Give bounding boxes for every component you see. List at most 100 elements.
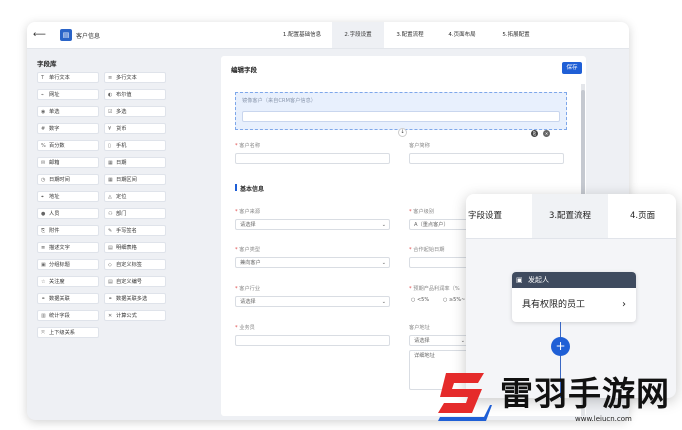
field-type-label: 单选: [49, 109, 60, 115]
watermark-url: www.leiucn.com: [575, 415, 632, 423]
field-type-button[interactable]: ≣ 描述文字: [37, 242, 99, 253]
field-type-button[interactable]: ▤ 自定义编号: [104, 276, 166, 287]
chevron-down-icon: ⌄: [460, 338, 465, 344]
field-type-button[interactable]: ▤ 明细表格: [104, 242, 166, 253]
field-type-icon: ☆: [41, 279, 46, 285]
field-type-button[interactable]: ▦ 日期: [104, 157, 166, 168]
field-type-label: 多行文本: [116, 75, 137, 81]
field-type-button[interactable]: T 单行文本: [37, 72, 99, 83]
section-basic-info: 基本信息: [240, 186, 265, 193]
radio-option-2[interactable]: ○ ≥5%~: [443, 297, 465, 303]
field-type-label: 分组标题: [49, 262, 70, 268]
field-type-button[interactable]: ✉ 邮箱: [37, 157, 99, 168]
customer-short-input[interactable]: [409, 153, 564, 164]
customer-source-select[interactable]: 请选择 ⌄: [235, 219, 390, 230]
step-basic-info[interactable]: 1.配置基础信息: [272, 22, 332, 48]
field-type-button[interactable]: # 数字: [37, 123, 99, 134]
salesman-label: * 业务员: [235, 325, 255, 331]
industry-select[interactable]: 请选择 ⌄: [235, 296, 390, 307]
field-type-button[interactable]: ● 人员: [37, 208, 99, 219]
field-type-button[interactable]: ▯ 手机: [104, 140, 166, 151]
customer-name-input[interactable]: [235, 153, 390, 164]
move-down-icon[interactable]: ↓: [398, 128, 407, 137]
copy-icon[interactable]: ⎘: [531, 130, 538, 137]
overlay-tab-process[interactable]: 3.配置流程: [532, 194, 608, 238]
field-type-button[interactable]: ☆ 关注度: [37, 276, 99, 287]
address-select[interactable]: 请选择 ⌄: [409, 335, 469, 346]
field-type-button[interactable]: ◇ 自定义标签: [104, 259, 166, 270]
field-type-icon: ☑: [108, 109, 113, 115]
field-type-button[interactable]: ⚭ 数据关联多选: [104, 293, 166, 304]
overlay-tab-field-settings[interactable]: 字段设置: [466, 194, 524, 238]
field-type-icon: ✎: [108, 228, 113, 234]
step-page-layout[interactable]: 4.页面布局: [436, 22, 488, 48]
initiator-card-header: ▣ 发起人: [512, 272, 636, 288]
step-field-settings[interactable]: 2.字段设置: [332, 22, 384, 48]
section-marker: [235, 184, 237, 191]
field-type-button[interactable]: ≡ 多行文本: [104, 72, 166, 83]
field-type-button[interactable]: ⌖ 地址: [37, 191, 99, 202]
field-type-icon: T: [41, 75, 45, 81]
top-bar: ⟵ ▤ 客户信息 1.配置基础信息 2.字段设置 3.配置流程 4.页面布局 5…: [27, 22, 629, 49]
save-button[interactable]: 保存: [562, 62, 582, 74]
field-type-button[interactable]: ▥ 统计字段: [37, 310, 99, 321]
field-type-button[interactable]: ◐ 布尔值: [104, 89, 166, 100]
field-type-button[interactable]: ▣ 分组标题: [37, 259, 99, 270]
customer-type-select[interactable]: 兼向客户 ⌄: [235, 257, 390, 268]
step-extension[interactable]: 5.拓展配置: [488, 22, 544, 48]
start-date-input[interactable]: [409, 257, 469, 268]
delete-icon[interactable]: ✕: [543, 130, 550, 137]
field-type-icon: ▤: [108, 245, 113, 251]
initiator-card[interactable]: ▣ 发起人 具有权限的员工 ›: [512, 272, 636, 322]
watermark-logo-icon: [438, 373, 492, 421]
field-type-label: 地址: [49, 194, 60, 200]
field-library-title: 字段库: [37, 60, 57, 68]
field-type-button[interactable]: ✕ 计算公式: [104, 310, 166, 321]
field-type-button[interactable]: ⚇ 部门: [104, 208, 166, 219]
chevron-down-icon: ⌄: [381, 299, 386, 305]
field-type-icon: ▦: [108, 160, 113, 166]
overlay-tab-layout[interactable]: 4.页面: [630, 194, 676, 238]
field-type-label: 定位: [116, 194, 127, 200]
field-type-icon: ≣: [41, 245, 46, 251]
customer-name-label: * 客户名称: [235, 143, 261, 149]
field-type-button[interactable]: ✎ 手写签名: [104, 225, 166, 236]
field-type-button[interactable]: % 百分数: [37, 140, 99, 151]
field-type-button[interactable]: ⎘ 附件: [37, 225, 99, 236]
step-process[interactable]: 3.配置流程: [384, 22, 436, 48]
field-type-icon: ▤: [108, 279, 113, 285]
field-type-icon: ⌁: [41, 92, 45, 98]
field-type-button[interactable]: ◷ 日期时间: [37, 174, 99, 185]
add-node-plus-icon[interactable]: +: [551, 337, 570, 356]
field-type-button[interactable]: ◉ 单选: [37, 106, 99, 117]
field-type-label: 数字: [49, 126, 60, 132]
field-type-button[interactable]: ⚭ 数据关联: [37, 293, 99, 304]
field-type-button[interactable]: ⤧ 上下级关系: [37, 327, 99, 338]
field-type-label: 人员: [49, 211, 60, 217]
field-type-label: 邮箱: [49, 160, 60, 166]
field-type-icon: ⚭: [41, 296, 46, 302]
salesman-input[interactable]: [235, 335, 390, 346]
mirror-customer-field[interactable]: 镜像客户（来自CRM客户信息）: [235, 92, 567, 130]
mirror-customer-input[interactable]: [242, 111, 560, 122]
field-type-icon: ≡: [108, 75, 113, 81]
radio-option-1[interactable]: ○ <5%: [411, 297, 429, 303]
field-library: 字段库 T 单行文本 ≡ 多行文本 ⌁ 网址 ◐ 布尔值 ◉ 单选 ☑ 多选 # 数字 ¥ 货币 % 百分数 ▯ 手机…: [33, 54, 175, 414]
field-type-button[interactable]: ☑ 多选: [104, 106, 166, 117]
field-type-icon: ⤧: [41, 330, 46, 336]
field-type-icon: ▦: [108, 177, 113, 183]
field-type-label: 布尔值: [116, 92, 132, 98]
field-type-button[interactable]: ¥ 货币: [104, 123, 166, 134]
scrollbar-thumb[interactable]: [581, 90, 585, 210]
field-type-button[interactable]: ◬ 定位: [104, 191, 166, 202]
field-type-label: 百分数: [49, 143, 65, 149]
chevron-down-icon: ⌄: [381, 260, 386, 266]
field-type-button[interactable]: ⌁ 网址: [37, 89, 99, 100]
field-type-label: 关注度: [49, 279, 65, 285]
field-type-button[interactable]: ▦ 日期区间: [104, 174, 166, 185]
back-arrow-icon[interactable]: ⟵: [33, 30, 46, 40]
field-type-icon: ¥: [108, 126, 112, 132]
app-icon: ▤: [60, 29, 72, 41]
mirror-customer-label: 镜像客户（来自CRM客户信息）: [242, 98, 316, 104]
field-type-icon: ⌖: [41, 194, 44, 200]
